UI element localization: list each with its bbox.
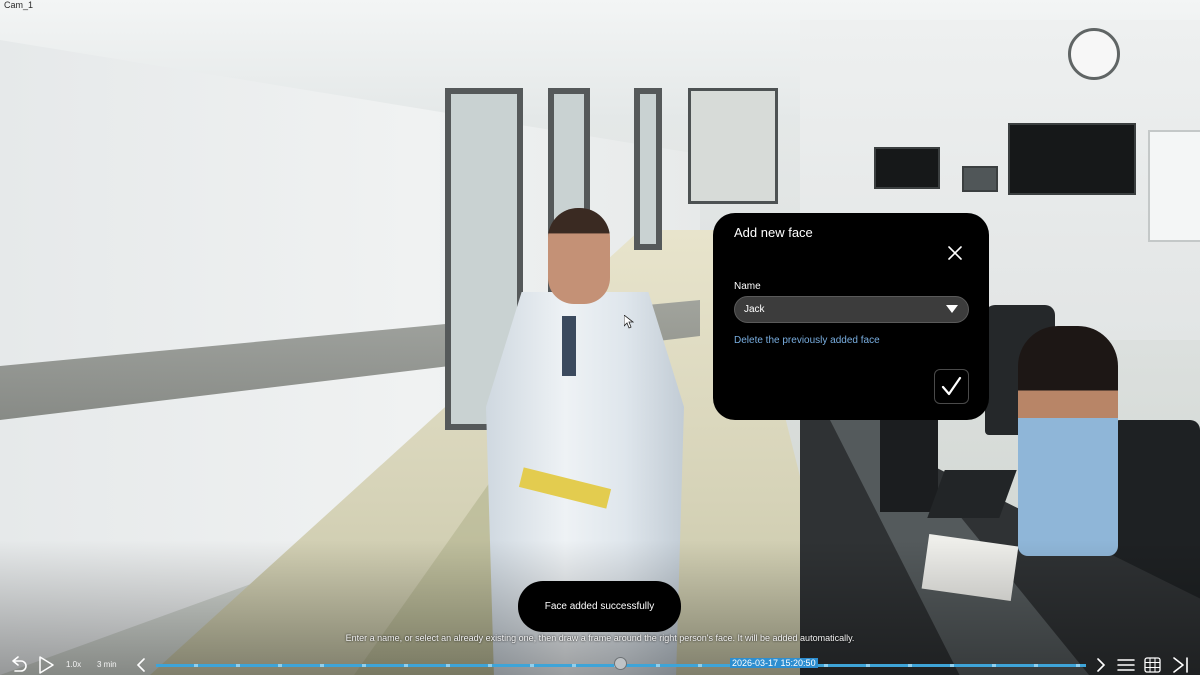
skip-to-end-button[interactable] — [1172, 657, 1190, 673]
playback-speed[interactable]: 1.0x — [66, 660, 81, 669]
name-label: Name — [734, 281, 761, 292]
timestamp-label: 2026-03-17 15:20:50 — [730, 658, 818, 668]
play-icon — [39, 656, 54, 674]
list-icon — [1117, 659, 1135, 671]
add-face-dialog: Add new face Name Jack Delete the previo… — [713, 213, 989, 420]
caret-down-icon — [946, 305, 958, 313]
previous-button[interactable] — [136, 658, 146, 672]
undo-button[interactable] — [9, 656, 29, 674]
chevron-left-icon — [136, 658, 145, 672]
close-button[interactable] — [943, 241, 967, 265]
camera-label: Cam_1 — [4, 0, 34, 10]
time-span[interactable]: 3 min — [97, 660, 117, 669]
mouse-cursor-icon — [624, 315, 634, 329]
delete-previous-face-link[interactable]: Delete the previously added face — [734, 335, 880, 346]
skip-to-end-icon — [1173, 657, 1188, 673]
grid-button[interactable] — [1144, 657, 1161, 673]
list-button[interactable] — [1117, 657, 1135, 673]
camera-feed — [0, 0, 1200, 675]
name-dropdown-value: Jack — [744, 304, 765, 315]
toast-text: Face added successfully — [544, 601, 655, 612]
success-toast: Face added successfully — [518, 581, 681, 632]
chevron-right-icon — [1097, 658, 1106, 672]
playback-bar: 1.0x 3 min 2026-03-17 15:20:50 — [0, 652, 1200, 675]
timeline-thumb[interactable] — [614, 657, 627, 670]
confirm-button[interactable] — [934, 369, 969, 404]
play-button[interactable] — [37, 656, 55, 674]
grid-icon — [1144, 657, 1161, 673]
dialog-title: Add new face — [734, 225, 813, 240]
instruction-hint: Enter a name, or select an already exist… — [345, 633, 855, 643]
name-dropdown[interactable]: Jack — [734, 296, 969, 323]
next-button[interactable] — [1096, 658, 1106, 672]
checkmark-icon — [941, 376, 962, 396]
close-icon — [948, 246, 962, 260]
bottom-shade — [0, 0, 1200, 675]
undo-icon — [12, 656, 27, 672]
